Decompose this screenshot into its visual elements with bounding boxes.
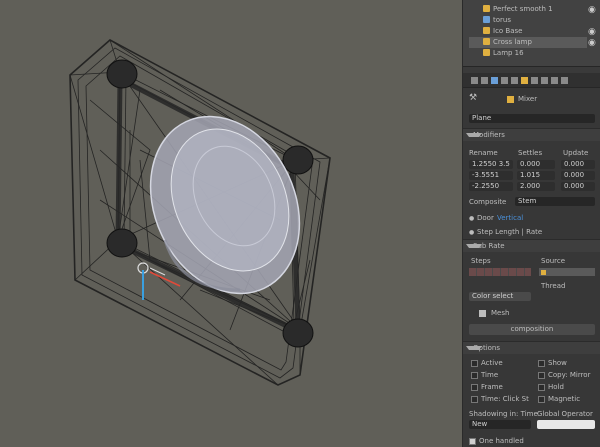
- operator-color-swatch[interactable]: [537, 420, 595, 429]
- eye-icon[interactable]: ◉: [588, 6, 596, 15]
- checkbox[interactable]: [538, 360, 545, 367]
- sub-rate-header[interactable]: Sub Rate: [463, 239, 600, 252]
- outliner: Perfect smooth 1 torus Ico Base Cross la…: [463, 0, 600, 67]
- object-data-icon: [507, 96, 514, 103]
- value-field[interactable]: -3.5551: [469, 171, 513, 180]
- value-field[interactable]: 1.2550 3.5: [469, 160, 513, 169]
- source-swatch[interactable]: [539, 268, 595, 276]
- collapse-icon: [466, 133, 482, 137]
- collapse-icon: [466, 346, 482, 350]
- checkbox[interactable]: [471, 384, 478, 391]
- constraints-tab-icon[interactable]: [511, 77, 518, 84]
- footer-label: One handled: [479, 437, 524, 445]
- render-tab-icon[interactable]: [471, 77, 478, 84]
- context-label: Mixer: [518, 95, 538, 103]
- value-field[interactable]: 2.000: [517, 182, 555, 191]
- grid-col-header: Rename: [469, 149, 498, 157]
- collapse-icon: [466, 244, 482, 248]
- checkbox[interactable]: [538, 372, 545, 379]
- texture-tab-icon[interactable]: [551, 77, 558, 84]
- option-label: Show: [548, 359, 567, 367]
- outliner-item[interactable]: torus: [469, 15, 587, 26]
- object-name-field[interactable]: Plane: [469, 114, 595, 123]
- wireframe-scene: [69, 39, 331, 386]
- mesh-icon: [483, 38, 490, 45]
- color-select-dropdown[interactable]: Color select: [469, 292, 531, 301]
- modifier-properties: ⚒ Mixer Plane Modifiers Rename Settles U…: [463, 88, 600, 447]
- mesh-label: Mesh: [491, 309, 510, 317]
- lamp-icon: [483, 49, 490, 56]
- value-field[interactable]: 0.000: [561, 160, 595, 169]
- composite-field[interactable]: Stem: [515, 197, 595, 206]
- option-label: Hold: [548, 383, 564, 391]
- eye-icon[interactable]: ◉: [588, 28, 596, 37]
- checkbox[interactable]: [471, 360, 478, 367]
- 3d-viewport[interactable]: [0, 0, 462, 447]
- checkbox[interactable]: [471, 372, 478, 379]
- composite-label: Composite: [469, 198, 507, 206]
- modifier-tab-icon[interactable]: [521, 77, 528, 84]
- properties-tabs: [463, 73, 600, 88]
- option-label: Copy: Mirror: [548, 371, 591, 379]
- option-label: Active: [481, 359, 503, 367]
- eye-icon[interactable]: ◉: [588, 39, 596, 48]
- outliner-item[interactable]: Lamp 16: [469, 48, 587, 59]
- world-tab-icon[interactable]: [491, 77, 498, 84]
- modifiers-panel-header[interactable]: Modifiers: [463, 128, 600, 141]
- grid-col-header: Settles: [518, 149, 543, 157]
- radio-dot-icon[interactable]: ●: [469, 228, 474, 237]
- checkbox[interactable]: [538, 384, 545, 391]
- wrench-icon: ⚒: [469, 93, 478, 103]
- properties-editor: Perfect smooth 1 torus Ico Base Cross la…: [462, 0, 600, 447]
- shadowing-label: Shadowing in: Time: [469, 410, 538, 418]
- mesh-icon: [479, 310, 486, 317]
- checkbox[interactable]: [469, 438, 476, 445]
- new-field[interactable]: New: [469, 420, 531, 429]
- grid-col-header: Update: [563, 149, 589, 157]
- option-label: Time: [481, 371, 499, 379]
- composition-button[interactable]: composition: [469, 324, 595, 335]
- value-field[interactable]: 0.000: [561, 171, 595, 180]
- scene-tab-icon[interactable]: [481, 77, 488, 84]
- door-label: Door: [477, 214, 494, 222]
- option-label: Time: Click St: [481, 395, 529, 403]
- particles-tab-icon[interactable]: [561, 77, 568, 84]
- thread-label: Thread: [541, 282, 566, 290]
- source-label: Source: [541, 257, 566, 265]
- object-tab-icon[interactable]: [501, 77, 508, 84]
- source-key-icon: [541, 270, 546, 275]
- value-field[interactable]: 1.015: [517, 171, 555, 180]
- outliner-item[interactable]: Ico Base: [469, 26, 587, 37]
- outliner-item[interactable]: Perfect smooth 1: [469, 4, 587, 15]
- options-panel-header[interactable]: Options: [463, 341, 600, 354]
- outliner-item-selected[interactable]: Cross lamp: [469, 37, 587, 48]
- step-label: Step Length | Rate: [477, 228, 543, 236]
- door-value[interactable]: Vertical: [497, 214, 523, 223]
- mesh-icon: [483, 5, 490, 12]
- value-field[interactable]: 0.000: [517, 160, 555, 169]
- checkbox[interactable]: [538, 396, 545, 403]
- material-tab-icon[interactable]: [541, 77, 548, 84]
- data-tab-icon[interactable]: [531, 77, 538, 84]
- operator-label: Global Operator: [537, 410, 593, 418]
- radio-dot-icon[interactable]: ●: [469, 214, 474, 223]
- option-label: Frame: [481, 383, 503, 391]
- color-ramp[interactable]: [469, 268, 531, 276]
- material-icon: [483, 16, 490, 23]
- checkbox[interactable]: [471, 396, 478, 403]
- mesh-icon: [483, 27, 490, 34]
- steps-label: Steps: [471, 257, 491, 265]
- value-field[interactable]: -2.2550: [469, 182, 513, 191]
- option-label: Magnetic: [548, 395, 581, 403]
- value-field[interactable]: 0.000: [561, 182, 595, 191]
